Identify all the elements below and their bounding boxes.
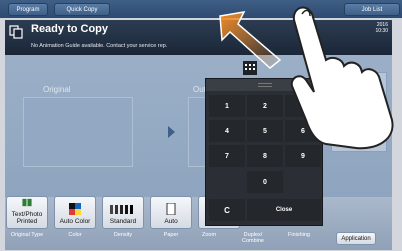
original-type-value: Text/Photo Printed bbox=[11, 211, 43, 225]
application-button[interactable]: Application bbox=[336, 232, 376, 245]
duplex-caption: Duplex/ Combine bbox=[241, 232, 264, 244]
tab-quick-copy[interactable]: Quick Copy bbox=[54, 3, 110, 16]
key-5[interactable]: 5 bbox=[247, 120, 283, 142]
key-2[interactable]: 2 bbox=[247, 95, 283, 117]
output-label: Out bbox=[193, 85, 206, 94]
key-4[interactable]: 4 bbox=[209, 120, 245, 142]
color-value: Auto Color bbox=[59, 218, 91, 225]
paper-button[interactable]: Auto bbox=[150, 196, 192, 229]
swipe-arrow-icon bbox=[219, 11, 282, 69]
hand-gesture-icon bbox=[290, 6, 394, 150]
color-squares-icon bbox=[69, 203, 81, 215]
book-icon bbox=[22, 198, 32, 207]
paper-value: Auto bbox=[164, 218, 178, 225]
page-title: Ready to Copy bbox=[31, 23, 109, 35]
paper-icon bbox=[166, 203, 176, 215]
key-7[interactable]: 7 bbox=[209, 145, 245, 167]
status-message: No Animation Guide available. Contact yo… bbox=[31, 43, 168, 49]
flow-arrow-icon bbox=[168, 126, 175, 138]
density-button[interactable]: Standard bbox=[102, 196, 144, 229]
zoom-caption: Zoom bbox=[201, 232, 217, 238]
key-8[interactable]: 8 bbox=[247, 145, 283, 167]
density-bars-icon bbox=[110, 205, 133, 214]
original-type-button[interactable]: Text/Photo Printed bbox=[6, 196, 48, 229]
color-caption: Color bbox=[68, 232, 82, 238]
density-caption: Density bbox=[113, 232, 133, 238]
copy-mode-icon bbox=[9, 25, 23, 39]
tab-program[interactable]: Program bbox=[8, 3, 48, 16]
key-0[interactable]: 0 bbox=[247, 171, 283, 193]
clear-key[interactable]: C bbox=[209, 199, 245, 221]
drag-handle-icon[interactable] bbox=[258, 83, 272, 87]
paper-caption: Paper bbox=[163, 232, 179, 238]
finishing-caption: Finishing bbox=[287, 232, 310, 238]
original-preview bbox=[23, 97, 133, 167]
original-type-caption: Original Type bbox=[10, 232, 44, 238]
original-label: Original bbox=[43, 85, 71, 94]
close-key[interactable]: Close bbox=[247, 199, 321, 221]
key-1[interactable]: 1 bbox=[209, 95, 245, 117]
color-button[interactable]: Auto Color bbox=[54, 196, 96, 229]
density-value: Standard bbox=[109, 218, 137, 225]
